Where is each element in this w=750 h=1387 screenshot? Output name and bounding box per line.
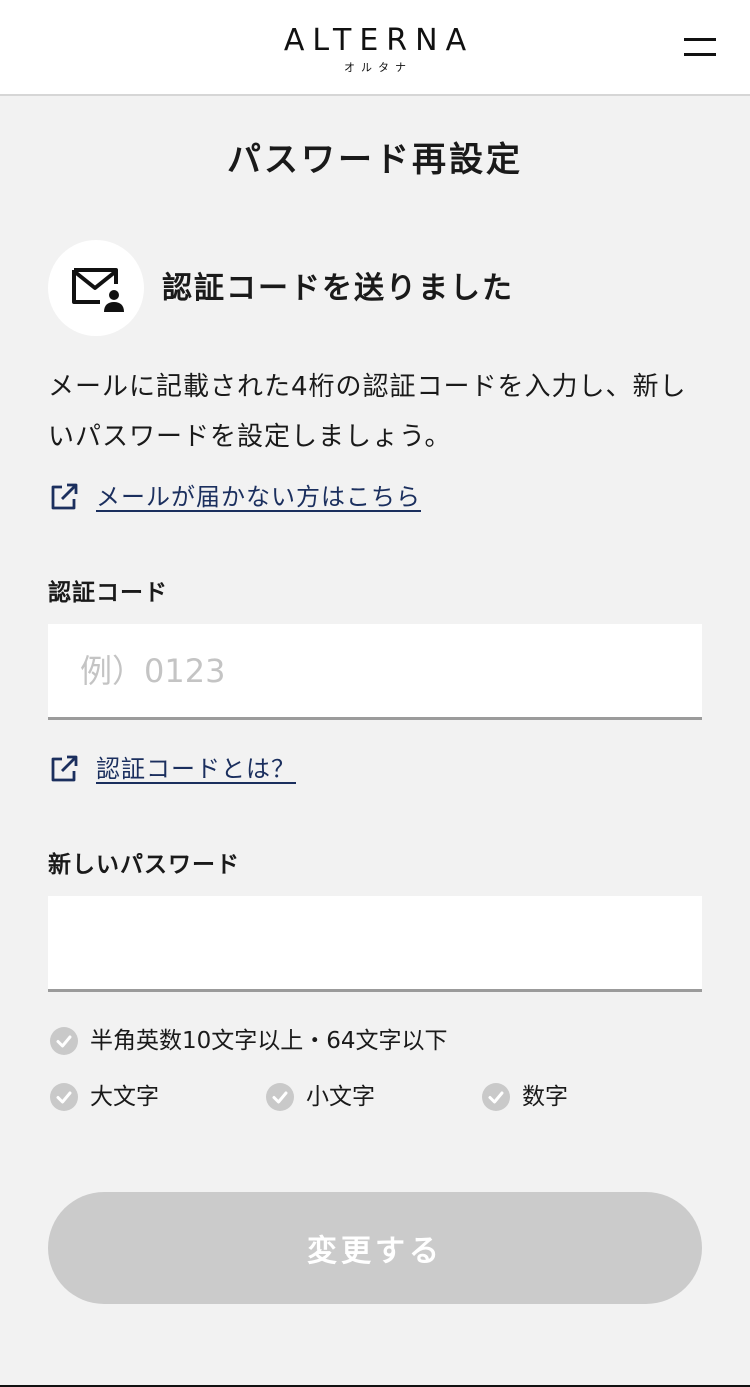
mail-not-received-link-label: メールが届かない方はこちら [96, 483, 421, 511]
check-circle-icon [50, 1083, 78, 1111]
rule-lowercase-label: 小文字 [306, 1084, 375, 1110]
mail-user-icon [48, 240, 144, 336]
hamburger-icon [684, 38, 716, 41]
logo-wordmark: ALTERNA [283, 23, 475, 58]
notice-heading: 認証コードを送りました [162, 271, 514, 306]
rule-uppercase-label: 大文字 [90, 1084, 159, 1110]
check-circle-icon [266, 1083, 294, 1111]
verification-code-input[interactable] [48, 624, 702, 720]
external-link-icon [51, 755, 78, 782]
rule-digits-label: 数字 [522, 1084, 568, 1110]
code-field-label: 認証コード [48, 580, 168, 606]
site-header: ALTERNA オルタナ [0, 0, 750, 96]
page-title: パスワード再設定 [227, 140, 523, 180]
rule-length-label: 半角英数10文字以上・64文字以下 [90, 1028, 448, 1054]
rule-uppercase: 大文字 [50, 1080, 159, 1114]
rule-lowercase: 小文字 [266, 1080, 375, 1114]
hamburger-icon-bar [684, 53, 716, 56]
password-field-label: 新しいパスワード [48, 852, 240, 878]
check-circle-icon [50, 1027, 78, 1055]
logo-subtitle: オルタナ [344, 61, 412, 74]
code-help-link-label: 認証コードとは？ [96, 755, 296, 783]
code-help-link[interactable]: 認証コードとは？ [48, 752, 296, 786]
external-link-icon [51, 483, 78, 510]
mail-not-received-link[interactable]: メールが届かない方はこちら [48, 480, 421, 514]
rule-digits: 数字 [482, 1080, 568, 1114]
rule-length: 半角英数10文字以上・64文字以下 [50, 1024, 448, 1058]
new-password-input[interactable] [48, 896, 702, 992]
brand-logo[interactable]: ALTERNA オルタナ [0, 24, 750, 76]
notice-body: メールに記載された4桁の認証コードを入力し、新しいパスワードを設定しましょう。 [48, 372, 687, 452]
change-password-button[interactable]: 変更する [48, 1192, 702, 1304]
menu-button[interactable] [680, 34, 720, 60]
check-circle-icon [482, 1083, 510, 1111]
